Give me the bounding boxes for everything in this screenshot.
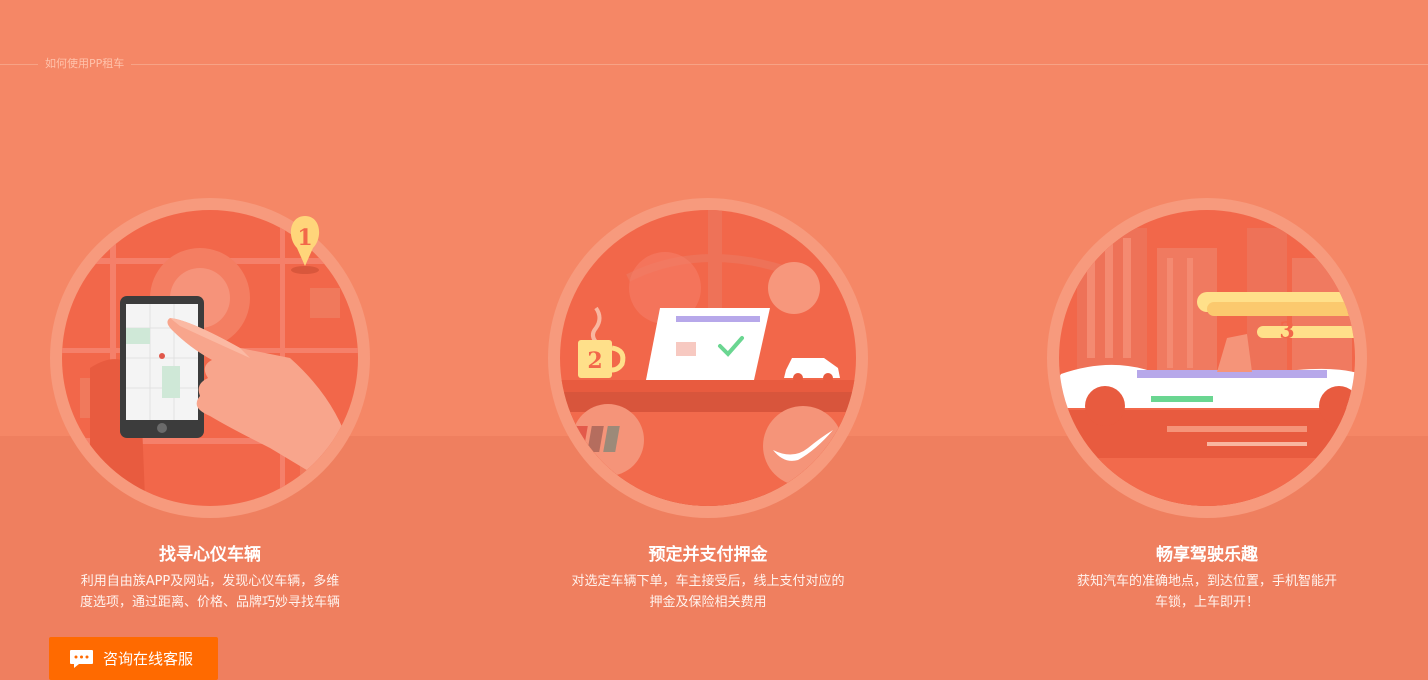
- step-3-title: 畅享驾驶乐趣: [1156, 545, 1258, 565]
- step-2-badge: 2: [587, 348, 602, 374]
- step-book-pay: 支 2 预定并支付押金 对选定车辆下单，车主接受后，线上支付对应的 押金及保险相…: [548, 198, 868, 610]
- booking-document: [646, 308, 770, 380]
- find-car-illustration: 1: [50, 198, 370, 518]
- book-pay-illustration: 支 2: [548, 198, 868, 518]
- step-3-desc-line-1: 获知汽车的准确地点，到达位置，手机智能开: [1076, 574, 1337, 589]
- chat-bubble-icon: [70, 649, 93, 668]
- step-1-desc: 利用自由族APP及网站，发现心仪车辆，多维 度选项，通过距离、价格、品牌巧妙寻找…: [30, 571, 390, 613]
- step-2-desc-line-1: 对选定车辆下单，车主接受后，线上支付对应的: [571, 574, 845, 589]
- enjoy-drive-illustration: 3: [1047, 198, 1367, 518]
- step-2-desc-line-2: 押金及保险相关费用: [649, 595, 767, 610]
- step-1-desc-line-2: 度选项，通过距离、价格、品牌巧妙寻找车辆: [79, 595, 340, 610]
- step-enjoy-drive: 3 畅享驾驶乐趣 获知汽车的准确地点，到达位置，手机智能开 车锁，上车即开！: [1047, 198, 1367, 610]
- step-3-desc: 获知汽车的准确地点，到达位置，手机智能开 车锁，上车即开！: [1027, 571, 1387, 613]
- section-label: 如何使用PP租车: [38, 57, 132, 71]
- section-divider: [0, 64, 1428, 65]
- step-2-illustration: 支 2: [548, 198, 868, 518]
- step-1-title: 找寻心仪车辆: [159, 545, 261, 565]
- step-2-title: 预定并支付押金: [648, 545, 768, 565]
- step-1-desc-line-1: 利用自由族APP及网站，发现心仪车辆，多维: [80, 574, 340, 589]
- step-1-illustration: 1: [50, 198, 370, 518]
- step-2-desc: 对选定车辆下单，车主接受后，线上支付对应的 押金及保险相关费用: [528, 571, 888, 613]
- step-find-car: 1 找寻心仪车辆 利用自由族APP及网站，发现心仪车辆，多维 度选项，通过距离、…: [50, 198, 370, 610]
- step-3-badge: 3: [1279, 318, 1294, 344]
- step-1-badge: 1: [297, 225, 312, 251]
- step-3-illustration: 3: [1047, 198, 1367, 518]
- online-service-label: 咨询在线客服: [103, 650, 194, 668]
- online-service-button[interactable]: 咨询在线客服: [49, 637, 218, 680]
- step-3-desc-line-2: 车锁，上车即开！: [1154, 595, 1259, 610]
